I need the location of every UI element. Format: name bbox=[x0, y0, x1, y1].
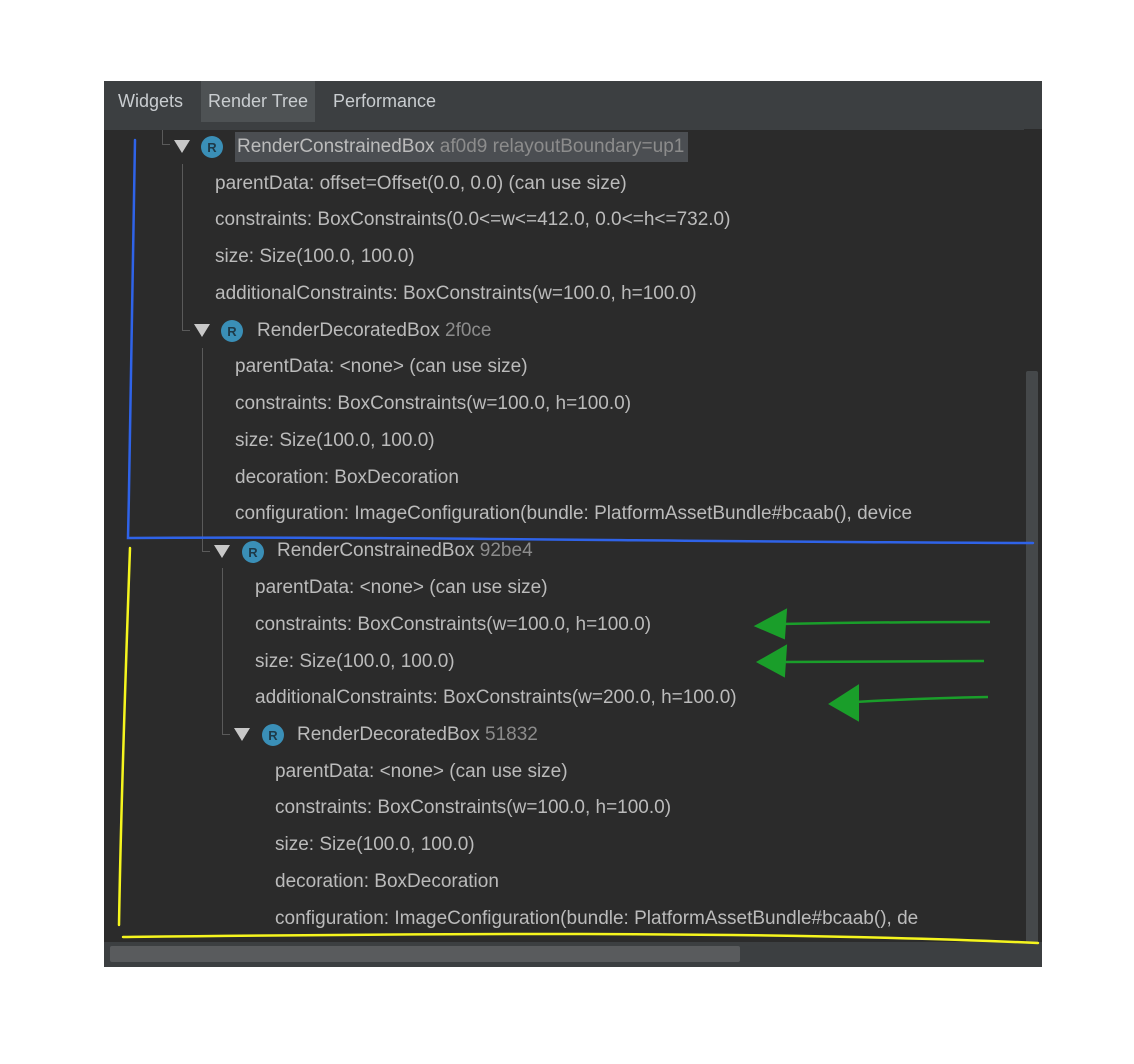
tree-guide-line bbox=[162, 130, 163, 144]
render-object-badge-icon: R bbox=[242, 541, 264, 563]
tree-node-render-constrained-box-92be4[interactable]: RenderConstrainedBox 92be4 bbox=[277, 536, 533, 566]
tree-property[interactable]: parentData: <none> (can use size) bbox=[235, 352, 528, 382]
tree-property[interactable]: additionalConstraints: BoxConstraints(w=… bbox=[215, 279, 697, 309]
node-id: 51832 bbox=[485, 724, 538, 745]
tree-guide-line bbox=[182, 330, 190, 331]
tree-property[interactable]: size: Size(100.0, 100.0) bbox=[275, 830, 475, 860]
expand-triangle-icon[interactable] bbox=[194, 324, 210, 337]
tree-node-render-constrained-box-af0d9[interactable]: RenderConstrainedBox af0d9 relayoutBound… bbox=[235, 132, 689, 162]
tree-node-render-decorated-box-51832[interactable]: RenderDecoratedBox 51832 bbox=[297, 720, 538, 750]
tree-property[interactable]: parentData: <none> (can use size) bbox=[275, 757, 568, 787]
tab-performance[interactable]: Performance bbox=[326, 81, 443, 122]
node-type: RenderConstrainedBox bbox=[277, 540, 475, 561]
render-object-badge-icon: R bbox=[262, 724, 284, 746]
tree-property[interactable]: decoration: BoxDecoration bbox=[235, 463, 459, 493]
expand-triangle-icon[interactable] bbox=[214, 545, 230, 558]
tree-guide-line bbox=[182, 164, 183, 330]
tree-property[interactable]: size: Size(100.0, 100.0) bbox=[255, 647, 455, 677]
tab-bar: Widgets Render Tree Performance bbox=[104, 81, 1042, 123]
tree-property[interactable]: decoration: BoxDecoration bbox=[275, 867, 499, 897]
expand-triangle-icon[interactable] bbox=[234, 728, 250, 741]
tab-widgets[interactable]: Widgets bbox=[111, 81, 190, 122]
node-id: 92be4 bbox=[479, 540, 533, 561]
tree-guide-line bbox=[222, 568, 223, 734]
tree-guide-line bbox=[202, 348, 203, 551]
tree-property[interactable]: constraints: BoxConstraints(w=100.0, h=1… bbox=[235, 389, 631, 419]
tree-guide-line bbox=[202, 551, 210, 552]
node-id: af0d9 relayoutBoundary=up1 bbox=[439, 136, 685, 157]
tree-property[interactable]: configuration: ImageConfiguration(bundle… bbox=[275, 904, 918, 934]
tree-node-render-decorated-box-2f0ce[interactable]: RenderDecoratedBox 2f0ce bbox=[257, 316, 491, 346]
vertical-scrollbar-thumb[interactable] bbox=[1026, 371, 1038, 967]
tree-property[interactable]: size: Size(100.0, 100.0) bbox=[235, 426, 435, 456]
node-type: RenderDecoratedBox bbox=[257, 320, 440, 341]
horizontal-scrollbar-thumb[interactable] bbox=[110, 946, 740, 962]
tree-property[interactable]: parentData: offset=Offset(0.0, 0.0) (can… bbox=[215, 169, 627, 199]
node-type: RenderConstrainedBox bbox=[237, 136, 435, 157]
tree-guide-line bbox=[222, 734, 230, 735]
render-object-badge-icon: R bbox=[201, 136, 223, 158]
node-type: RenderDecoratedBox bbox=[297, 724, 480, 745]
tree-property[interactable]: additionalConstraints: BoxConstraints(w=… bbox=[255, 683, 737, 713]
node-id: 2f0ce bbox=[445, 320, 492, 341]
render-tree-panel: Widgets Render Tree Performance R Render… bbox=[104, 81, 1042, 967]
tree-property[interactable]: configuration: ImageConfiguration(bundle… bbox=[235, 499, 912, 529]
tree-property[interactable]: constraints: BoxConstraints(w=100.0, h=1… bbox=[275, 793, 671, 823]
horizontal-scrollbar[interactable] bbox=[104, 942, 1042, 967]
render-object-badge-icon: R bbox=[221, 320, 243, 342]
tree-property[interactable]: constraints: BoxConstraints(0.0<=w<=412.… bbox=[215, 205, 730, 235]
tab-bar-border bbox=[104, 122, 1042, 130]
tree-property[interactable]: size: Size(100.0, 100.0) bbox=[215, 242, 415, 272]
expand-triangle-icon[interactable] bbox=[174, 140, 190, 153]
tab-render-tree[interactable]: Render Tree bbox=[201, 81, 316, 122]
tree-property[interactable]: constraints: BoxConstraints(w=100.0, h=1… bbox=[255, 610, 651, 640]
tree-guide-line bbox=[162, 144, 170, 145]
tree-property[interactable]: parentData: <none> (can use size) bbox=[255, 573, 548, 603]
